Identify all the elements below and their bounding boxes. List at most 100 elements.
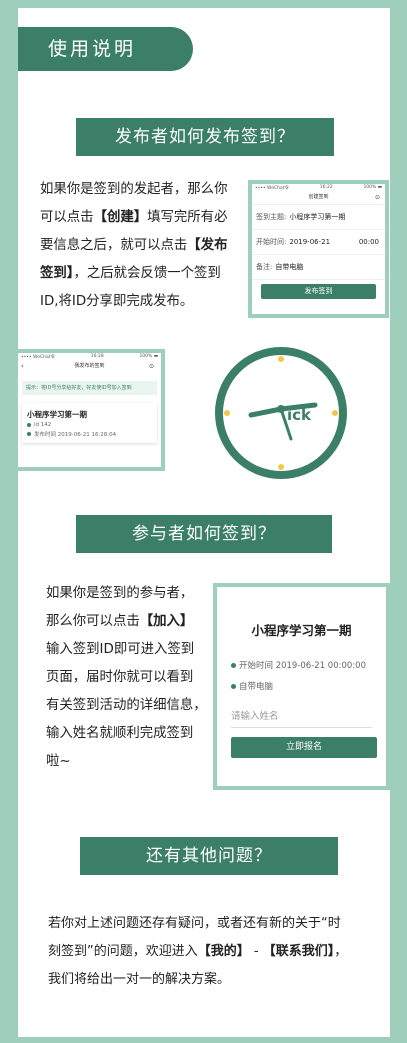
text-segment: 输入姓名就顺利完成签到: [46, 726, 194, 741]
text-segment: 可以点击: [40, 210, 94, 225]
battery-indicator: 100% ▬: [363, 185, 382, 190]
bold-keyword: 【加入】: [139, 614, 194, 629]
topic-row[interactable]: 签到主题: 小程序学习第一期: [252, 205, 385, 230]
signup-button[interactable]: 立即报名: [231, 737, 377, 758]
text-segment: ID,将ID分享即完成发布。: [40, 294, 194, 309]
clock-icon: ick: [215, 347, 347, 479]
section-heading-participant: 参与者如何签到？: [76, 515, 332, 553]
topic-value: 小程序学习第一期: [289, 213, 346, 221]
create-checkin-screenshot: •••• WeChat令 16:22 100% ▬ 创建签到 ⊙ 签到主题: 小…: [248, 180, 389, 318]
text-line: 输入签到ID即可进入签到: [46, 636, 214, 664]
bold-keyword: 【发布: [187, 238, 228, 253]
text-segment: 输入签到ID即可进入签到: [46, 642, 195, 657]
text-line: 如果你是签到的发起者，那么你: [40, 176, 240, 204]
checkin-time-line: 发布时间 2019-06-21 16:28:04: [27, 430, 152, 438]
back-icon[interactable]: ‹: [21, 362, 24, 370]
nav-title: 创建签到: [308, 194, 329, 200]
status-time: 16:28: [90, 354, 104, 359]
nav-title: 我发布的签到: [74, 363, 105, 369]
bold-keyword: 【联系我们】: [262, 944, 335, 959]
clock-word: ick: [287, 406, 312, 424]
text-line: ID,将ID分享即完成发布。: [40, 288, 240, 316]
text-line: 若你对上述问题还存有疑问，或者还有新的关于“时: [48, 910, 368, 938]
text-segment: 若你对上述问题还存有疑问，或者还有新的关于“时: [48, 916, 341, 931]
status-time: 16:22: [319, 185, 333, 190]
clock-dot-9: [224, 410, 230, 416]
event-note: 自带电脑: [239, 682, 274, 692]
event-title: 小程序学习第一期: [251, 623, 352, 638]
publisher-instructions: 如果你是签到的发起者，那么你 可以点击【创建】填写完所有必 要信息之后，就可以点击【…: [40, 176, 240, 316]
text-segment: 填写完所有必: [147, 210, 228, 225]
clock-dot-12: [278, 356, 284, 362]
text-segment: ，之后就会反馈一个签到: [73, 266, 221, 281]
text-segment: 如果你是签到的发起者，那么你: [40, 182, 228, 197]
bullet-dot-icon: [231, 683, 236, 689]
nav-bar: ‹ 我发布的签到 ⊙: [18, 362, 161, 373]
event-start-time: 开始时间 2019-06-21 00:00:00: [239, 661, 366, 671]
section-heading-other-questions: 还有其他问题？: [80, 837, 338, 875]
close-icon[interactable]: ⊙: [375, 194, 380, 201]
checkin-title: 小程序学习第一期: [27, 410, 87, 419]
text-line: 有关签到活动的详细信息，: [46, 692, 214, 720]
bold-keyword: 【我的】: [197, 944, 250, 959]
text-segment: ，: [334, 944, 348, 959]
note-value: 自带电脑: [275, 263, 304, 271]
bottom-border-decoration: [0, 1037, 407, 1043]
text-segment: -: [249, 944, 263, 959]
text-segment: 那么你可以点击: [46, 614, 140, 629]
share-tip: 提示：将ID号分享给好友，好友使ID号加入签到: [22, 381, 157, 395]
usage-title-banner: 使用说明: [18, 27, 193, 71]
participant-instructions: 如果你是签到的参与者， 那么你可以点击【加入】输入签到ID即可进入签到页面，届时你…: [46, 580, 214, 776]
text-line: 签到】，之后就会反馈一个签到: [40, 260, 240, 288]
event-start-line: 开始时间 2019-06-21 00:00:00: [231, 659, 386, 671]
close-icon[interactable]: ⊙: [149, 363, 154, 370]
note-label: 备注:: [256, 263, 273, 271]
carrier-signal: •••• WeChat令: [255, 186, 290, 191]
start-time-row[interactable]: 开始时间: 2019-06-21 00:00: [252, 230, 385, 255]
checkin-id: id 142: [34, 422, 52, 428]
name-input[interactable]: 请输入姓名: [231, 708, 372, 728]
text-segment: 啦~: [46, 754, 71, 769]
text-line: 要信息之后，就可以点击【发布: [40, 232, 240, 260]
nav-bar: 创建签到 ⊙: [252, 193, 385, 205]
clock-dot-6: [278, 464, 284, 470]
status-bar: •••• WeChat令 16:22 100% ▬: [252, 184, 385, 193]
left-border-decoration: [0, 0, 18, 1043]
checkin-published-time: 发布时间 2019-06-21 16:28:04: [34, 432, 117, 438]
start-date: 2019-06-21: [289, 238, 331, 246]
text-line: 页面，届时你就可以看到: [46, 664, 214, 692]
bold-keyword: 签到】: [40, 266, 74, 281]
text-segment: 刻签到”的问题，欢迎进入: [48, 944, 198, 959]
text-line: 如果你是签到的参与者，: [46, 580, 214, 608]
section-heading-publisher: 发布者如何发布签到？: [76, 118, 334, 156]
text-segment: 如果你是签到的参与者，: [46, 586, 194, 601]
start-time: 00:00: [358, 238, 379, 246]
text-line: 那么你可以点击【加入】: [46, 608, 214, 636]
right-border-decoration: [390, 0, 407, 1043]
bullet-dot-icon: [27, 423, 31, 427]
text-line: 可以点击【创建】填写完所有必: [40, 204, 240, 232]
text-line: 输入姓名就顺利完成签到: [46, 720, 214, 748]
text-segment: 我们将给出一对一的解决方案。: [48, 972, 231, 987]
bullet-dot-icon: [231, 662, 236, 668]
page: 使用说明 发布者如何发布签到？ 如果你是签到的发起者，那么你 可以点击【创建】填写…: [0, 0, 407, 1043]
clock-dot-3: [332, 410, 338, 416]
text-segment: 有关签到活动的详细信息，: [46, 698, 207, 713]
bullet-dot-icon: [27, 432, 31, 436]
bold-keyword: 【创建】: [93, 210, 148, 225]
battery-indicator: 100% ▬: [139, 354, 158, 359]
text-line: 刻签到”的问题，欢迎进入【我的】 - 【联系我们】，: [48, 938, 368, 966]
other-questions-text: 若你对上述问题还存有疑问，或者还有新的关于“时刻签到”的问题，欢迎进入【我的】 …: [48, 910, 368, 994]
topic-label: 签到主题:: [256, 213, 287, 221]
note-row[interactable]: 备注: 自带电脑: [252, 255, 385, 280]
top-border-decoration: [0, 0, 407, 8]
status-bar: •••• WeChat令 16:28 100% ▬: [18, 353, 161, 362]
my-published-checkins-screenshot: •••• WeChat令 16:28 100% ▬ ‹ 我发布的签到 ⊙ 提示：…: [18, 349, 165, 471]
event-note-line: 自带电脑: [231, 680, 386, 692]
start-label: 开始时间:: [256, 238, 287, 246]
text-line: 我们将给出一对一的解决方案。: [48, 966, 368, 994]
text-line: 啦~: [46, 748, 214, 776]
publish-checkin-button[interactable]: 发布签到: [261, 284, 376, 299]
text-segment: 要信息之后，就可以点击: [40, 238, 188, 253]
checkin-list-item[interactable]: 小程序学习第一期 id 142 发布时间 2019-06-21 16:28:04: [22, 403, 157, 443]
